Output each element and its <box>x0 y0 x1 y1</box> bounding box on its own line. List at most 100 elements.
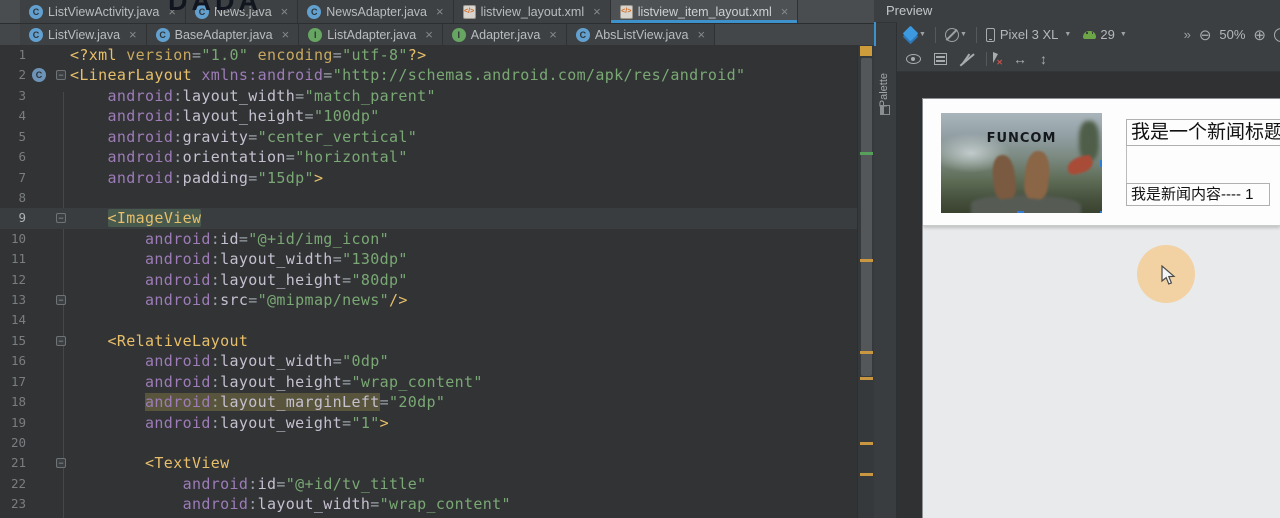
code-line-14[interactable]: 14 <box>0 310 857 330</box>
zoom-fit-button[interactable] <box>1274 28 1280 42</box>
palette-tool-strip[interactable]: Palette <box>874 22 897 518</box>
tab-label: listview_item_layout.xml <box>638 5 772 19</box>
fold-marker[interactable]: − <box>56 213 66 223</box>
zoom-percent[interactable]: 50% <box>1219 27 1245 42</box>
error-stripe-mark <box>860 152 873 155</box>
code-line-20[interactable]: 20 <box>0 433 857 453</box>
view-options-eye-icon[interactable] <box>906 54 921 64</box>
code-line-6[interactable]: 6 android:orientation="horizontal" <box>0 147 857 167</box>
tab-label: listview_layout.xml <box>481 5 585 19</box>
close-icon[interactable]: × <box>549 27 557 42</box>
code-text: android:layout_width="0dp" <box>70 351 389 371</box>
code-line-1[interactable]: 1 <?xml version="1.0" encoding="utf-8"?> <box>0 45 857 65</box>
code-line-12[interactable]: 12 android:layout_height="80dp" <box>0 270 857 290</box>
code-line-15[interactable]: 15− <RelativeLayout <box>0 331 857 351</box>
close-icon[interactable]: × <box>593 4 601 19</box>
line-number: 1 <box>0 45 26 65</box>
layout-bounds-line <box>1126 146 1127 183</box>
layout-canvas[interactable]: FUNCOM 我是一个新闻标题 我是新闻内容---- 1 <box>922 98 1280 518</box>
imageview-news-thumbnail[interactable]: FUNCOM <box>941 113 1102 213</box>
code-line-17[interactable]: 17 android:layout_height="wrap_content" <box>0 372 857 392</box>
tab-newsadapter-java[interactable]: CNewsAdapter.java× <box>298 0 453 23</box>
code-line-23[interactable]: 23 android:layout_width="wrap_content" <box>0 494 857 514</box>
code-line-7[interactable]: 7 android:padding="15dp"> <box>0 168 857 188</box>
preview-toolbar-main: ▼ ▼ Pixel 3 XL ▼ 29 ▼ » ⊖ 50% ⊕ <box>897 22 1280 47</box>
phone-icon <box>986 28 995 42</box>
code-line-19[interactable]: 19 android:layout_weight="1"> <box>0 413 857 433</box>
code-line-22[interactable]: 22 android:id="@+id/tv_title" <box>0 474 857 494</box>
fold-marker[interactable]: − <box>56 295 66 305</box>
tab-abslistview-java[interactable]: CAbsListView.java× <box>567 24 715 45</box>
tab-listview_item_layout-xml[interactable]: </>listview_item_layout.xml× <box>611 0 799 23</box>
line-number: 21 <box>0 453 26 473</box>
code-text: android:src="@mipmap/news"/> <box>70 290 408 310</box>
design-surface-mode-button[interactable]: ▼ <box>904 28 926 41</box>
tab-listviewactivity-java[interactable]: CListViewActivity.java× <box>20 0 186 23</box>
code-text: <?xml version="1.0" encoding="utf-8"?> <box>70 45 427 65</box>
code-line-16[interactable]: 16 android:layout_width="0dp" <box>0 351 857 371</box>
magic-wand-off-icon[interactable] <box>960 53 973 66</box>
design-surface[interactable]: FUNCOM 我是一个新闻标题 我是新闻内容---- 1 <box>897 72 1280 518</box>
device-selector[interactable]: Pixel 3 XL ▼ <box>986 27 1071 42</box>
code-text: <TextView <box>70 453 229 473</box>
code-line-5[interactable]: 5 android:gravity="center_vertical" <box>0 127 857 147</box>
tab-listview-java[interactable]: CListView.java× <box>20 24 147 45</box>
layout-list-icon[interactable] <box>934 53 947 65</box>
expand-vertical-icon[interactable]: ↕ <box>1040 51 1047 67</box>
line-number: 11 <box>0 249 26 269</box>
zoom-in-button[interactable]: ⊕ <box>1253 26 1266 44</box>
code-line-8[interactable]: 8 <box>0 188 857 208</box>
code-text: android:layout_width="match_parent" <box>70 86 436 106</box>
code-line-2[interactable]: 2C−<LinearLayout xmlns:android="http://s… <box>0 65 857 85</box>
code-line-4[interactable]: 4 android:layout_height="100dp" <box>0 106 857 126</box>
preview-pane-title: Preview <box>874 0 1280 22</box>
close-icon[interactable]: × <box>281 4 289 19</box>
expand-horizontal-icon[interactable]: ↔ <box>1013 51 1027 67</box>
zoom-out-button[interactable]: ⊖ <box>1199 26 1212 44</box>
fold-marker[interactable]: − <box>56 70 66 80</box>
textview-content[interactable]: 我是新闻内容---- 1 <box>1126 183 1270 206</box>
tab-label: BaseAdapter.java <box>175 28 273 42</box>
layers-icon <box>904 28 918 41</box>
code-line-3[interactable]: 3 android:layout_width="match_parent" <box>0 86 857 106</box>
resize-handle-corner[interactable] <box>1100 211 1102 213</box>
tab-baseadapter-java[interactable]: CBaseAdapter.java× <box>147 24 300 45</box>
close-icon[interactable]: × <box>436 4 444 19</box>
api-selector[interactable]: 29 ▼ <box>1083 27 1126 42</box>
toolbar-overflow-chevrons[interactable]: » <box>1184 27 1191 42</box>
code-line-10[interactable]: 10 android:id="@+id/img_icon" <box>0 229 857 249</box>
fold-marker[interactable]: − <box>56 336 66 346</box>
class-gutter-icon: C <box>32 68 46 82</box>
class-icon: C <box>576 28 590 42</box>
close-icon[interactable]: × <box>129 27 137 42</box>
line-number: 22 <box>0 474 26 494</box>
palette-tab-label[interactable]: Palette <box>878 73 890 107</box>
close-icon[interactable]: × <box>697 27 705 42</box>
resize-handle-bottom[interactable] <box>1017 211 1024 213</box>
code-line-13[interactable]: 13− android:src="@mipmap/news"/> <box>0 290 857 310</box>
orientation-button[interactable]: ▼ <box>945 28 967 42</box>
fold-marker[interactable]: − <box>56 458 66 468</box>
code-line-11[interactable]: 11 android:layout_width="130dp" <box>0 249 857 269</box>
tab-listview_layout-xml[interactable]: </>listview_layout.xml× <box>454 0 611 23</box>
close-icon[interactable]: × <box>781 4 789 19</box>
pointer-disabled-icon[interactable]: ✕ <box>986 52 1000 66</box>
line-number: 14 <box>0 310 26 330</box>
close-icon[interactable]: × <box>425 27 433 42</box>
list-item-preview[interactable]: FUNCOM 我是一个新闻标题 我是新闻内容---- 1 <box>923 99 1280 226</box>
code-line-18[interactable]: 18 android:layout_marginLeft="20dp" <box>0 392 857 412</box>
code-text: android:layout_height="wrap_content" <box>70 372 483 392</box>
error-stripe-top-marker <box>860 46 872 56</box>
scrollbar-thumb[interactable] <box>861 58 872 376</box>
close-icon[interactable]: × <box>282 27 290 42</box>
line-number: 4 <box>0 106 26 126</box>
tab-listadapter-java[interactable]: IListAdapter.java× <box>299 24 443 45</box>
code-editor[interactable]: 1<?xml version="1.0" encoding="utf-8"?>2… <box>0 45 857 518</box>
code-line-21[interactable]: 21 − <TextView <box>0 453 857 473</box>
resize-handle-right[interactable] <box>1100 160 1102 167</box>
zoom-controls: » ⊖ 50% ⊕ <box>1184 26 1280 44</box>
code-line-9[interactable]: 9− <ImageView <box>0 208 857 228</box>
textview-title[interactable]: 我是一个新闻标题 <box>1126 119 1280 146</box>
tab-adapter-java[interactable]: IAdapter.java× <box>443 24 567 45</box>
editor-scrollbar[interactable] <box>857 45 874 518</box>
